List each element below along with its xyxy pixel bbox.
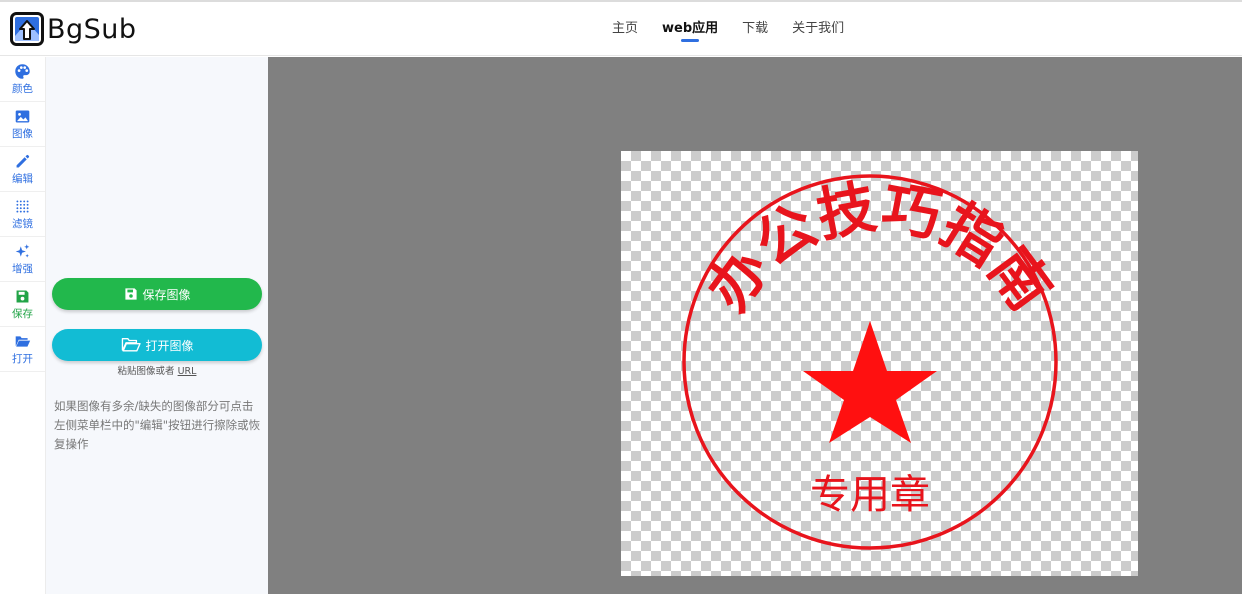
save-image-button[interactable]: 保存图像 [52,278,262,310]
save-image-label: 保存图像 [142,287,191,302]
image-preview[interactable]: 办公技巧指南 专用章 [621,151,1138,576]
stamp-top-text: 办公技巧指南 [693,172,1064,323]
help-text: 如果图像有多余/缺失的图像部分可点击左侧菜单栏中的"编辑"按钮进行擦除或恢复操作 [54,399,261,451]
dots-grid-icon [16,199,29,213]
side-panel: 保存图像 打开图像 粘贴图像或者 URL 如果图像有多余/缺失的图像部分可点击左… [46,57,268,594]
tool-sidebar: 颜色 图像 编辑 滤镜 增强 保存 打开 [0,57,46,594]
folder-open-icon [122,338,142,352]
floppy-disk-icon [125,288,138,300]
tool-save-label: 保存 [12,307,33,320]
folder-open-icon [15,335,31,347]
image-icon [15,110,30,122]
floppy-disk-icon [16,290,29,302]
stamp-star [803,321,937,443]
nav-about[interactable]: 关于我们 [792,2,844,56]
nav-home[interactable]: 主页 [612,2,638,56]
tool-filter[interactable]: 滤镜 [0,192,45,237]
tool-open-label: 打开 [12,352,33,365]
palette-icon [15,63,30,79]
tool-image[interactable]: 图像 [0,102,45,147]
tool-open[interactable]: 打开 [0,327,45,372]
nav-download[interactable]: 下载 [742,2,768,56]
tool-enhance-label: 增强 [12,262,33,275]
stamp-image: 办公技巧指南 专用章 [682,172,1065,550]
tool-enhance[interactable]: 增强 [0,237,45,282]
nav-web-app[interactable]: web应用 [662,2,718,56]
main-nav: 主页 web应用 下载 关于我们 [600,2,856,56]
tool-save[interactable]: 保存 [0,282,45,327]
canvas-area[interactable]: 办公技巧指南 专用章 [268,57,1242,594]
tool-edit[interactable]: 编辑 [0,147,45,192]
pencil-icon [16,154,30,167]
paste-url-link[interactable]: URL [178,366,197,377]
logo[interactable]: BgSub [10,11,137,47]
sparkles-icon [15,243,30,257]
logo-icon [10,12,44,46]
open-image-button[interactable]: 打开图像 [52,329,262,361]
app-header: BgSub 主页 web应用 下载 关于我们 [0,2,1242,56]
tool-edit-label: 编辑 [12,172,33,185]
tool-color[interactable]: 颜色 [0,57,45,102]
tool-filter-label: 滤镜 [12,217,33,230]
logo-text: BgSub [47,13,137,45]
paste-hint: 粘贴图像或者 URL [52,363,262,377]
stamp-bottom-text: 专用章 [810,472,930,518]
paste-hint-text: 粘贴图像或者 [117,366,175,377]
open-image-label: 打开图像 [145,338,194,353]
tool-color-label: 颜色 [12,82,33,95]
tool-image-label: 图像 [12,127,33,140]
